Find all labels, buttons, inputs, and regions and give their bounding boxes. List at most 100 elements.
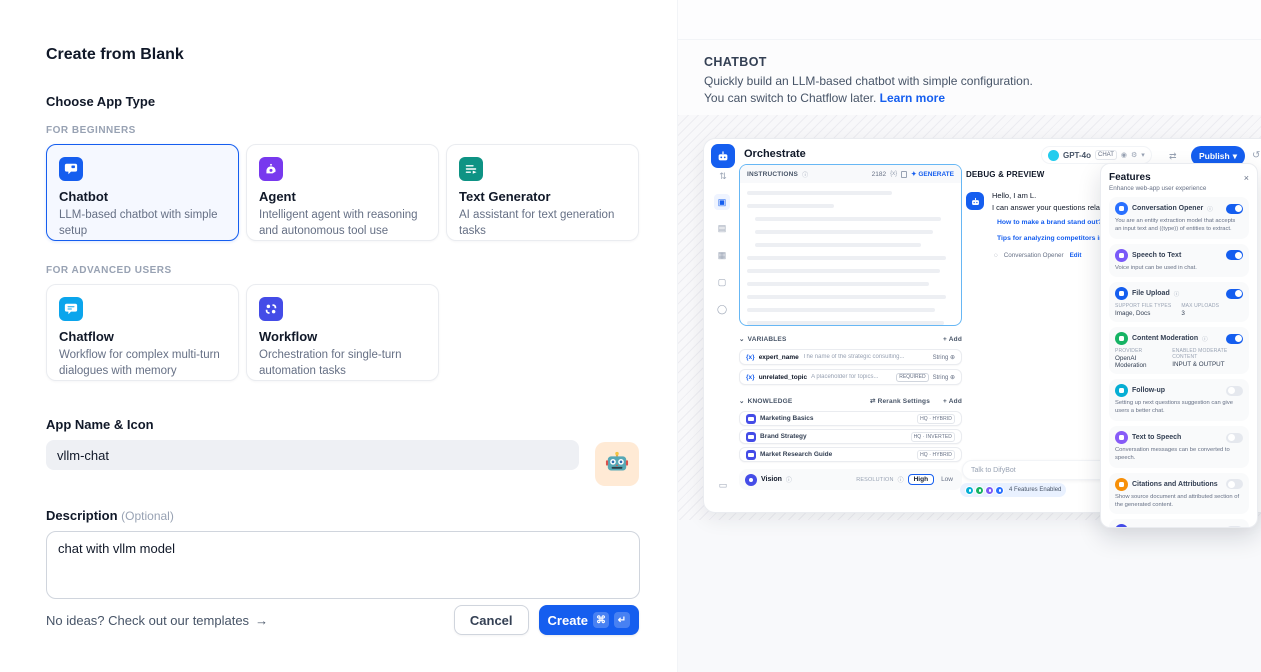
app-name-label: App Name & Icon bbox=[46, 417, 639, 432]
knowledge-row: Brand Strategy HQ · INVERTED bbox=[739, 429, 962, 444]
instructions-placeholder-text bbox=[740, 183, 961, 326]
learn-more-link[interactable]: Learn more bbox=[880, 91, 945, 105]
toggle-switch bbox=[1226, 479, 1243, 489]
knowledge-row: Marketing Basics HQ · HYBRID bbox=[739, 411, 962, 426]
model-gear-icon: ⚙ bbox=[1131, 151, 1137, 159]
preview-pane: CHATBOT Quickly build an LLM-based chatb… bbox=[678, 0, 1261, 672]
compare-icon: ⇄ bbox=[1169, 151, 1177, 162]
app-type-card-chatflow[interactable]: Chatflow Workflow for complex multi-turn… bbox=[46, 284, 239, 381]
card-title: Text Generator bbox=[459, 189, 626, 204]
model-settings-icon: ◉ bbox=[1121, 151, 1127, 159]
card-title: Chatflow bbox=[59, 329, 226, 344]
chat-greeting-line1: Hello, I am L. bbox=[992, 191, 1036, 200]
close-icon: × bbox=[1244, 173, 1249, 183]
card-desc: Orchestration for single-turn automation… bbox=[259, 348, 426, 379]
content-moderation-icon bbox=[1115, 332, 1128, 345]
group-label-beginners: FOR BEGINNERS bbox=[46, 125, 639, 136]
features-enabled-bar: 4 Features Enabled bbox=[960, 483, 1066, 497]
model-provider-icon bbox=[1048, 150, 1059, 161]
arrow-right-icon: → bbox=[255, 613, 268, 628]
create-app-modal: Create from Blank Choose App Type FOR BE… bbox=[0, 0, 678, 672]
app-type-card-agent[interactable]: Agent Intelligent agent with reasoning a… bbox=[246, 144, 439, 241]
toggle-switch bbox=[1226, 433, 1243, 443]
citations-icon bbox=[1115, 478, 1128, 491]
modal-footer: No ideas? Check out our templates → Canc… bbox=[46, 605, 639, 635]
token-count: 2182 bbox=[872, 171, 886, 178]
toggle-switch bbox=[1226, 386, 1243, 396]
description-textarea[interactable]: chat with vllm model bbox=[46, 531, 640, 599]
info-icon: ⓘ bbox=[1207, 205, 1213, 213]
opener-icon: ◌ bbox=[994, 252, 998, 259]
variables-header: ⌄ VARIABLES + Add bbox=[739, 335, 962, 343]
chatbot-icon bbox=[59, 157, 83, 181]
feature-item-conversation-opener: Conversation Opener ⓘ You are an entity … bbox=[1109, 197, 1249, 239]
preview-top-strip bbox=[678, 0, 1261, 40]
agent-icon bbox=[259, 157, 283, 181]
app-name-input[interactable] bbox=[46, 440, 579, 470]
toggle-switch bbox=[1226, 289, 1243, 299]
debug-preview-heading: DEBUG & PREVIEW bbox=[966, 170, 1044, 179]
info-icon: ⓘ bbox=[1202, 335, 1208, 343]
card-title: Agent bbox=[259, 189, 426, 204]
cancel-button[interactable]: Cancel bbox=[454, 605, 529, 635]
create-button[interactable]: Create ⌘ ↵ bbox=[539, 605, 639, 635]
upload-mini-icon bbox=[995, 486, 1004, 495]
dify-app-icon bbox=[711, 144, 735, 168]
retrieval-tag: HQ · INVERTED bbox=[911, 432, 955, 442]
suggested-question: How to make a brand stand out? bbox=[997, 219, 1102, 226]
info-icon: ⓘ bbox=[786, 475, 792, 484]
resolution-low-option: Low bbox=[938, 475, 956, 484]
file-upload-icon bbox=[1115, 287, 1128, 300]
description-label: Description (Optional) bbox=[46, 508, 639, 523]
app-type-card-workflow[interactable]: Workflow Orchestration for single-turn a… bbox=[246, 284, 439, 381]
sidebar-logs-icon: ▦ bbox=[714, 247, 730, 263]
text-to-speech-icon bbox=[1115, 431, 1128, 444]
feature-item-speech-to-text: Speech to Text Voice input can be used i… bbox=[1109, 244, 1249, 278]
orchestrate-title: Orchestrate bbox=[744, 148, 806, 160]
speech-mini-icon bbox=[985, 486, 994, 495]
follow-up-mini-icon bbox=[965, 486, 974, 495]
dataset-icon bbox=[746, 414, 756, 424]
preview-lower-background bbox=[678, 520, 1261, 672]
toggle-switch bbox=[1226, 204, 1243, 214]
robot-emoji-icon bbox=[604, 451, 630, 477]
feature-item-annotation-reply: Annotation Reply bbox=[1109, 519, 1249, 528]
copy-icon bbox=[901, 171, 907, 178]
cmd-key-icon: ⌘ bbox=[593, 612, 609, 628]
chatflow-icon bbox=[59, 297, 83, 321]
choose-app-type-heading: Choose App Type bbox=[46, 94, 639, 109]
speech-to-text-icon bbox=[1115, 249, 1128, 262]
variable-icon: {x} bbox=[746, 354, 755, 361]
card-desc: AI assistant for text generation tasks bbox=[459, 208, 626, 239]
sparkle-icon: ✦ bbox=[911, 171, 916, 178]
description-optional-hint: (Optional) bbox=[121, 509, 174, 523]
workflow-icon bbox=[259, 297, 283, 321]
conversation-opener-icon bbox=[1115, 202, 1128, 215]
feature-item-citations: Citations and Attributions Show source d… bbox=[1109, 473, 1249, 515]
retrieval-tag: HQ · HYBRID bbox=[917, 414, 955, 424]
app-type-card-text-generator[interactable]: Text Generator AI assistant for text gen… bbox=[446, 144, 639, 241]
feature-item-follow-up: Follow-up Setting up next questions sugg… bbox=[1109, 379, 1249, 421]
variable-icon: {x} bbox=[890, 171, 897, 177]
group-label-advanced: FOR ADVANCED USERS bbox=[46, 265, 639, 276]
add-variable-button: + Add bbox=[943, 336, 962, 343]
feature-item-content-moderation: Content Moderation ⓘ PROVIDER OpenAI Mod… bbox=[1109, 327, 1249, 374]
card-desc: LLM-based chatbot with simple setup bbox=[59, 208, 226, 239]
card-desc: Intelligent agent with reasoning and aut… bbox=[259, 208, 426, 239]
advanced-cards-row: Chatflow Workflow for complex multi-turn… bbox=[46, 284, 639, 381]
variable-row: {x} unrelated_topic A placeholder for to… bbox=[739, 369, 962, 385]
moderation-mini-icon bbox=[975, 486, 984, 495]
sidebar-docs-icon: ▢ bbox=[714, 274, 730, 290]
card-title: Workflow bbox=[259, 329, 426, 344]
templates-link[interactable]: No ideas? Check out our templates → bbox=[46, 613, 268, 628]
beginner-cards-row: Chatbot LLM-based chatbot with simple se… bbox=[46, 144, 639, 241]
sidebar-globe-icon: ◯ bbox=[714, 301, 730, 317]
app-icon-picker[interactable] bbox=[595, 442, 639, 486]
retrieval-tag: HQ · HYBRID bbox=[917, 450, 955, 460]
card-desc: Workflow for complex multi-turn dialogue… bbox=[59, 348, 226, 379]
follow-up-icon bbox=[1115, 384, 1128, 397]
toggle-switch bbox=[1226, 334, 1243, 344]
app-type-card-chatbot[interactable]: Chatbot LLM-based chatbot with simple se… bbox=[46, 144, 239, 241]
info-icon: ⓘ bbox=[802, 170, 808, 179]
model-selector: GPT-4o CHAT ◉ ⚙ ▾ bbox=[1041, 146, 1152, 164]
